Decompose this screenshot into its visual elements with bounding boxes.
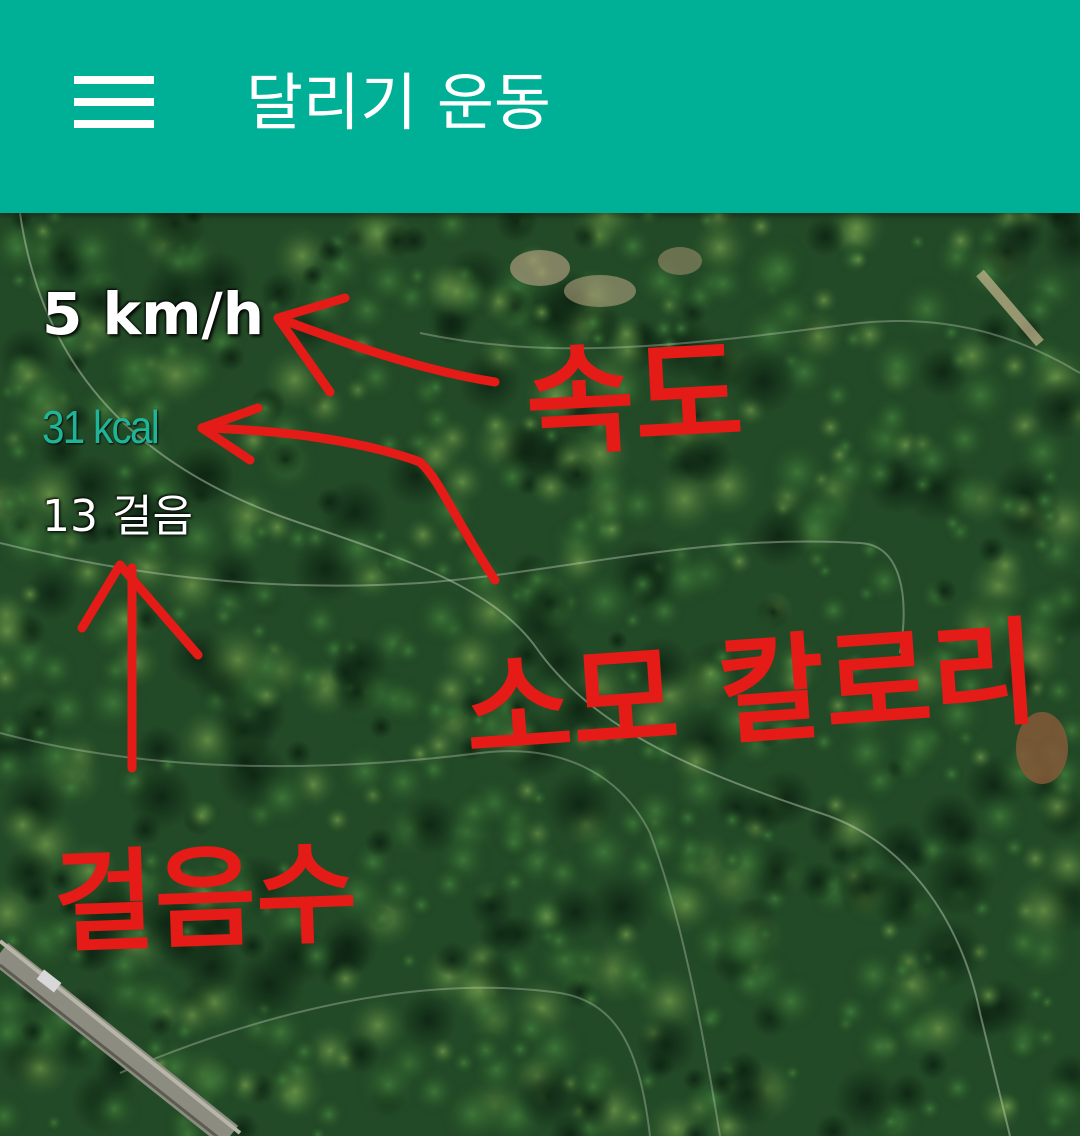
speed-value: 5 km/h	[42, 280, 265, 348]
satellite-map[interactable]	[0, 213, 1080, 1136]
app-bar: 달리기 운동	[0, 0, 1080, 213]
hamburger-menu-icon	[74, 76, 154, 128]
steps-value: 13 걸음	[42, 491, 193, 542]
calories-value: 31 kcal	[42, 401, 160, 453]
forest-map-imagery	[0, 213, 1080, 1136]
page-title: 달리기 운동	[246, 66, 551, 139]
menu-button[interactable]	[56, 58, 172, 146]
